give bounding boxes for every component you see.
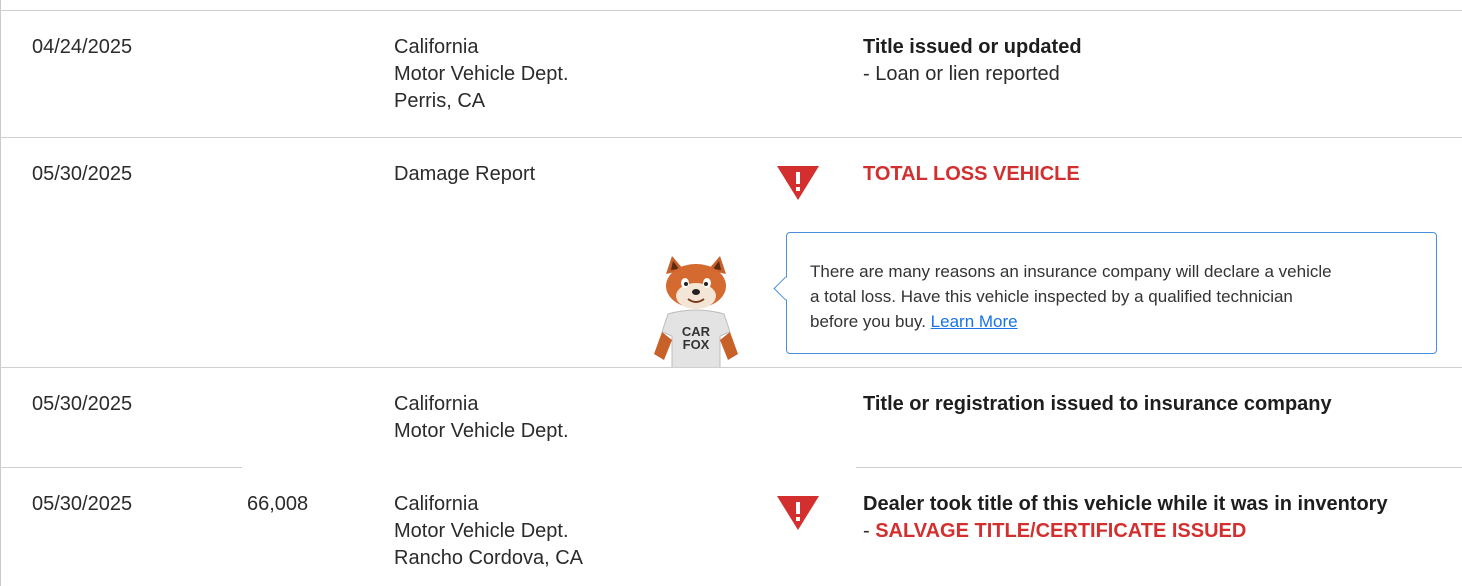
tooltip-line: before you buy. Learn More (810, 309, 1420, 334)
record-date: 05/30/2025 (32, 163, 133, 185)
mascot-shirt-text: FOX (683, 337, 710, 352)
record-detail: - SALVAGE TITLE/CERTIFICATE ISSUED (863, 518, 1388, 545)
record-detail-alert: SALVAGE TITLE/CERTIFICATE ISSUED (875, 520, 1247, 542)
record-source: Damage Report (394, 161, 535, 188)
row-divider (0, 367, 1462, 368)
record-date: 04/24/2025 (32, 36, 133, 58)
record-comment: Title issued or updated - Loan or lien r… (863, 34, 1082, 88)
tooltip-text: There are many reasons an insurance comp… (810, 259, 1420, 334)
warning-triangle-icon (777, 496, 819, 530)
learn-more-link[interactable]: Learn More (931, 312, 1018, 331)
source-line: Motor Vehicle Dept. (394, 63, 569, 85)
record-title: Title issued or updated (863, 36, 1082, 58)
vehicle-history-table: 04/24/2025 California Motor Vehicle Dept… (0, 0, 1462, 586)
record-detail: - Loan or lien reported (863, 63, 1060, 85)
record-comment: Dealer took title of this vehicle while … (863, 491, 1388, 545)
row-divider (0, 467, 242, 468)
tooltip-line-prefix: before you buy. (810, 312, 926, 331)
source-line: Rancho Cordova, CA (394, 547, 583, 569)
table-left-border (0, 0, 1, 586)
source-line: Damage Report (394, 163, 536, 185)
record-detail-prefix: - (863, 520, 876, 542)
record-title: Dealer took title of this vehicle while … (863, 493, 1388, 515)
row-divider (0, 10, 1462, 11)
record-source: California Motor Vehicle Dept. Perris, C… (394, 34, 569, 115)
source-line: California (394, 493, 479, 515)
total-loss-tooltip: There are many reasons an insurance comp… (773, 232, 1437, 354)
record-alert-title: TOTAL LOSS VEHICLE (863, 163, 1080, 185)
source-line: Motor Vehicle Dept. (394, 420, 569, 442)
row-divider (856, 467, 1462, 468)
warning-triangle-icon (777, 166, 819, 200)
record-source: California Motor Vehicle Dept. (394, 391, 569, 445)
tooltip-line: a total loss. Have this vehicle inspecte… (810, 287, 1293, 306)
source-line: Perris, CA (394, 90, 486, 112)
record-date: 05/30/2025 (32, 493, 133, 515)
record-date: 05/30/2025 (32, 393, 133, 415)
record-odometer: 66,008 (247, 493, 309, 515)
record-source: California Motor Vehicle Dept. Rancho Co… (394, 491, 583, 572)
car-fox-mascot-icon: CAR FOX (654, 256, 738, 368)
tooltip-pointer (773, 276, 798, 301)
source-line: Motor Vehicle Dept. (394, 520, 569, 542)
tooltip-line: There are many reasons an insurance comp… (810, 262, 1332, 281)
row-divider (0, 137, 1462, 138)
source-line: California (394, 393, 479, 415)
source-line: California (394, 36, 479, 58)
record-title: Title or registration issued to insuranc… (863, 393, 1332, 415)
